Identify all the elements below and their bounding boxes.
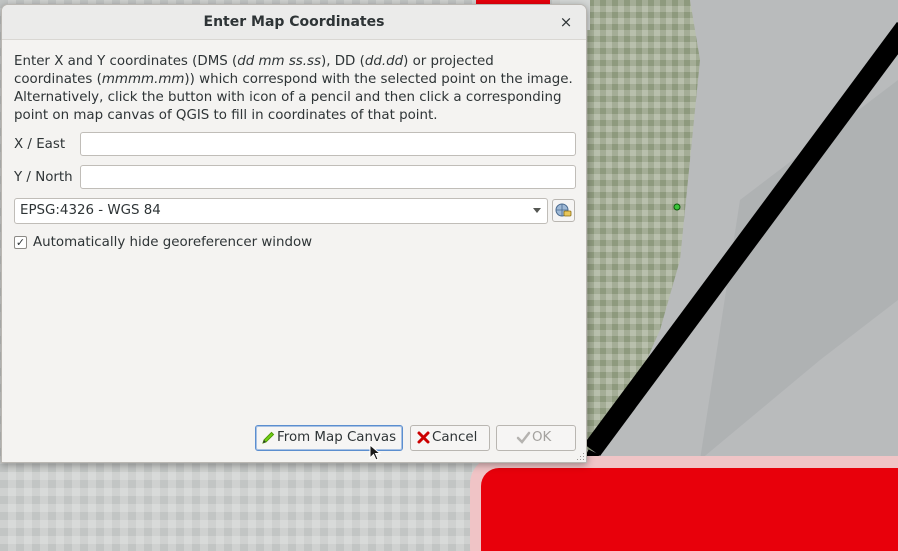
x-east-label: X / East bbox=[14, 137, 66, 152]
projection-select-icon bbox=[555, 203, 572, 217]
ok-icon bbox=[516, 431, 531, 444]
cancel-icon bbox=[417, 431, 430, 444]
y-north-label: Y / North bbox=[14, 170, 73, 185]
chevron-down-icon bbox=[533, 208, 541, 213]
ok-button[interactable]: OK bbox=[496, 425, 576, 451]
x-east-input[interactable] bbox=[80, 132, 576, 156]
resize-grip-icon[interactable] bbox=[577, 453, 585, 461]
cancel-button[interactable]: Cancel bbox=[410, 425, 490, 451]
dialog-title: Enter Map Coordinates bbox=[203, 14, 385, 30]
from-map-canvas-label: From Map Canvas bbox=[277, 430, 397, 445]
dialog-titlebar[interactable]: Enter Map Coordinates × bbox=[2, 5, 586, 40]
y-north-input[interactable] bbox=[80, 165, 576, 189]
cancel-label: Cancel bbox=[432, 430, 478, 445]
pencil-icon bbox=[262, 431, 275, 444]
ok-label: OK bbox=[532, 430, 552, 445]
enter-map-coordinates-dialog: Enter Map Coordinates × Enter X and Y co… bbox=[1, 4, 587, 463]
crs-select-value: EPSG:4326 - WGS 84 bbox=[20, 203, 161, 218]
close-icon[interactable]: × bbox=[556, 12, 576, 32]
auto-hide-label: Automatically hide georeferencer window bbox=[33, 235, 313, 250]
mouse-cursor-icon bbox=[369, 444, 382, 461]
crs-select[interactable]: EPSG:4326 - WGS 84 bbox=[14, 198, 548, 224]
projection-select-button[interactable] bbox=[552, 199, 575, 222]
gcp-marker[interactable] bbox=[673, 203, 681, 211]
auto-hide-checkbox[interactable]: ✓ bbox=[14, 236, 27, 249]
instructions-text: Enter X and Y coordinates (DMS (dd mm ss… bbox=[14, 54, 573, 123]
